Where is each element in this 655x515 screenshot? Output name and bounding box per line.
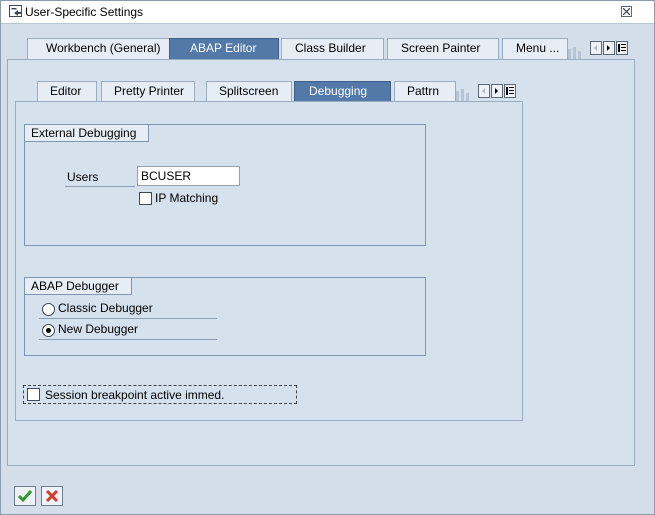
tab-overflow-icon: [568, 47, 581, 59]
tab-label: Workbench (General): [46, 41, 161, 55]
inner-tab-overflow-icon: [456, 89, 469, 101]
users-input[interactable]: BCUSER: [137, 166, 240, 186]
users-label: Users: [67, 170, 99, 184]
tab-splitscreen[interactable]: Splitscreen: [206, 81, 292, 102]
cancel-x-icon: [45, 489, 59, 503]
abap-debugger-group: ABAP Debugger Classic Debugger New Debug…: [24, 277, 426, 356]
external-debugging-group: External Debugging Users BCUSER IP Match…: [24, 124, 426, 246]
tab-menu[interactable]: Menu ...: [502, 38, 568, 59]
tab-scroll-right-button[interactable]: [603, 41, 615, 55]
checkmark-icon: [17, 490, 33, 503]
outer-tab-scroll-buttons: [590, 41, 632, 55]
arrow-right-icon: [607, 45, 610, 51]
arrow-left-icon: [594, 45, 597, 51]
tab-label: Splitscreen: [219, 84, 279, 98]
arrow-right-icon: [495, 88, 498, 94]
classic-debugger-label: Classic Debugger: [58, 301, 153, 315]
window-title: User-Specific Settings: [25, 5, 144, 19]
title-bar: User-Specific Settings: [1, 1, 654, 24]
tab-label: Pretty Printer: [114, 84, 185, 98]
tab-label: Screen Painter: [401, 41, 481, 55]
tab-scroll-left-button[interactable]: [590, 41, 602, 55]
group-title: External Debugging: [25, 125, 150, 142]
tab-pretty-printer[interactable]: Pretty Printer: [101, 81, 195, 102]
session-breakpoint-focus-frame: Session breakpoint active immed.: [23, 385, 297, 404]
tab-label: Editor: [50, 84, 82, 98]
tab-debugging[interactable]: Debugging: [294, 81, 391, 102]
tab-label: Class Builder: [295, 41, 366, 55]
tab-list-icon: [618, 44, 626, 52]
dialog-footer: [1, 478, 654, 514]
radio-selected-dot: [46, 328, 51, 333]
confirm-button[interactable]: [14, 486, 36, 506]
close-icon: [623, 8, 630, 15]
group-title: ABAP Debugger: [25, 278, 132, 295]
inner-tab-scroll-left-button[interactable]: [478, 84, 490, 98]
ip-matching-label: IP Matching: [155, 191, 219, 205]
new-debugger-label: New Debugger: [58, 322, 139, 336]
new-debugger-radio[interactable]: [42, 324, 55, 337]
close-button[interactable]: [621, 6, 632, 17]
session-breakpoint-checkbox[interactable]: [27, 388, 40, 401]
arrow-left-icon: [482, 88, 485, 94]
tab-label: Debugging: [309, 84, 368, 98]
tab-list-icon: [506, 87, 514, 95]
tab-list-button[interactable]: [616, 41, 628, 55]
inner-tab-scroll-buttons: [478, 84, 520, 98]
tab-editor[interactable]: Editor: [37, 81, 97, 102]
inner-tab-scroll-right-button[interactable]: [491, 84, 503, 98]
tab-label: Menu ...: [516, 41, 560, 55]
tab-class-builder[interactable]: Class Builder: [281, 38, 384, 59]
session-breakpoint-label: Session breakpoint active immed.: [45, 388, 225, 402]
radio-underline: [39, 318, 217, 319]
users-label-underline: [65, 186, 135, 187]
tab-abap-editor[interactable]: ABAP Editor: [169, 38, 279, 59]
tab-screen-painter[interactable]: Screen Painter: [387, 38, 499, 59]
ip-matching-checkbox[interactable]: [139, 192, 152, 205]
cancel-button[interactable]: [41, 486, 63, 506]
tab-label: Pattrn: [407, 84, 440, 98]
window-icon: [9, 5, 22, 17]
inner-tab-list-button[interactable]: [504, 84, 516, 98]
tab-pattern[interactable]: Pattrn: [394, 81, 456, 102]
tab-label: ABAP Editor: [190, 41, 257, 55]
debugging-panel: External Debugging Users BCUSER IP Match…: [15, 101, 523, 421]
classic-debugger-radio[interactable]: [42, 303, 55, 316]
settings-window: User-Specific Settings Workbench (Genera…: [0, 0, 655, 515]
tab-workbench-general[interactable]: Workbench (General): [27, 38, 171, 59]
radio-underline: [39, 339, 217, 340]
